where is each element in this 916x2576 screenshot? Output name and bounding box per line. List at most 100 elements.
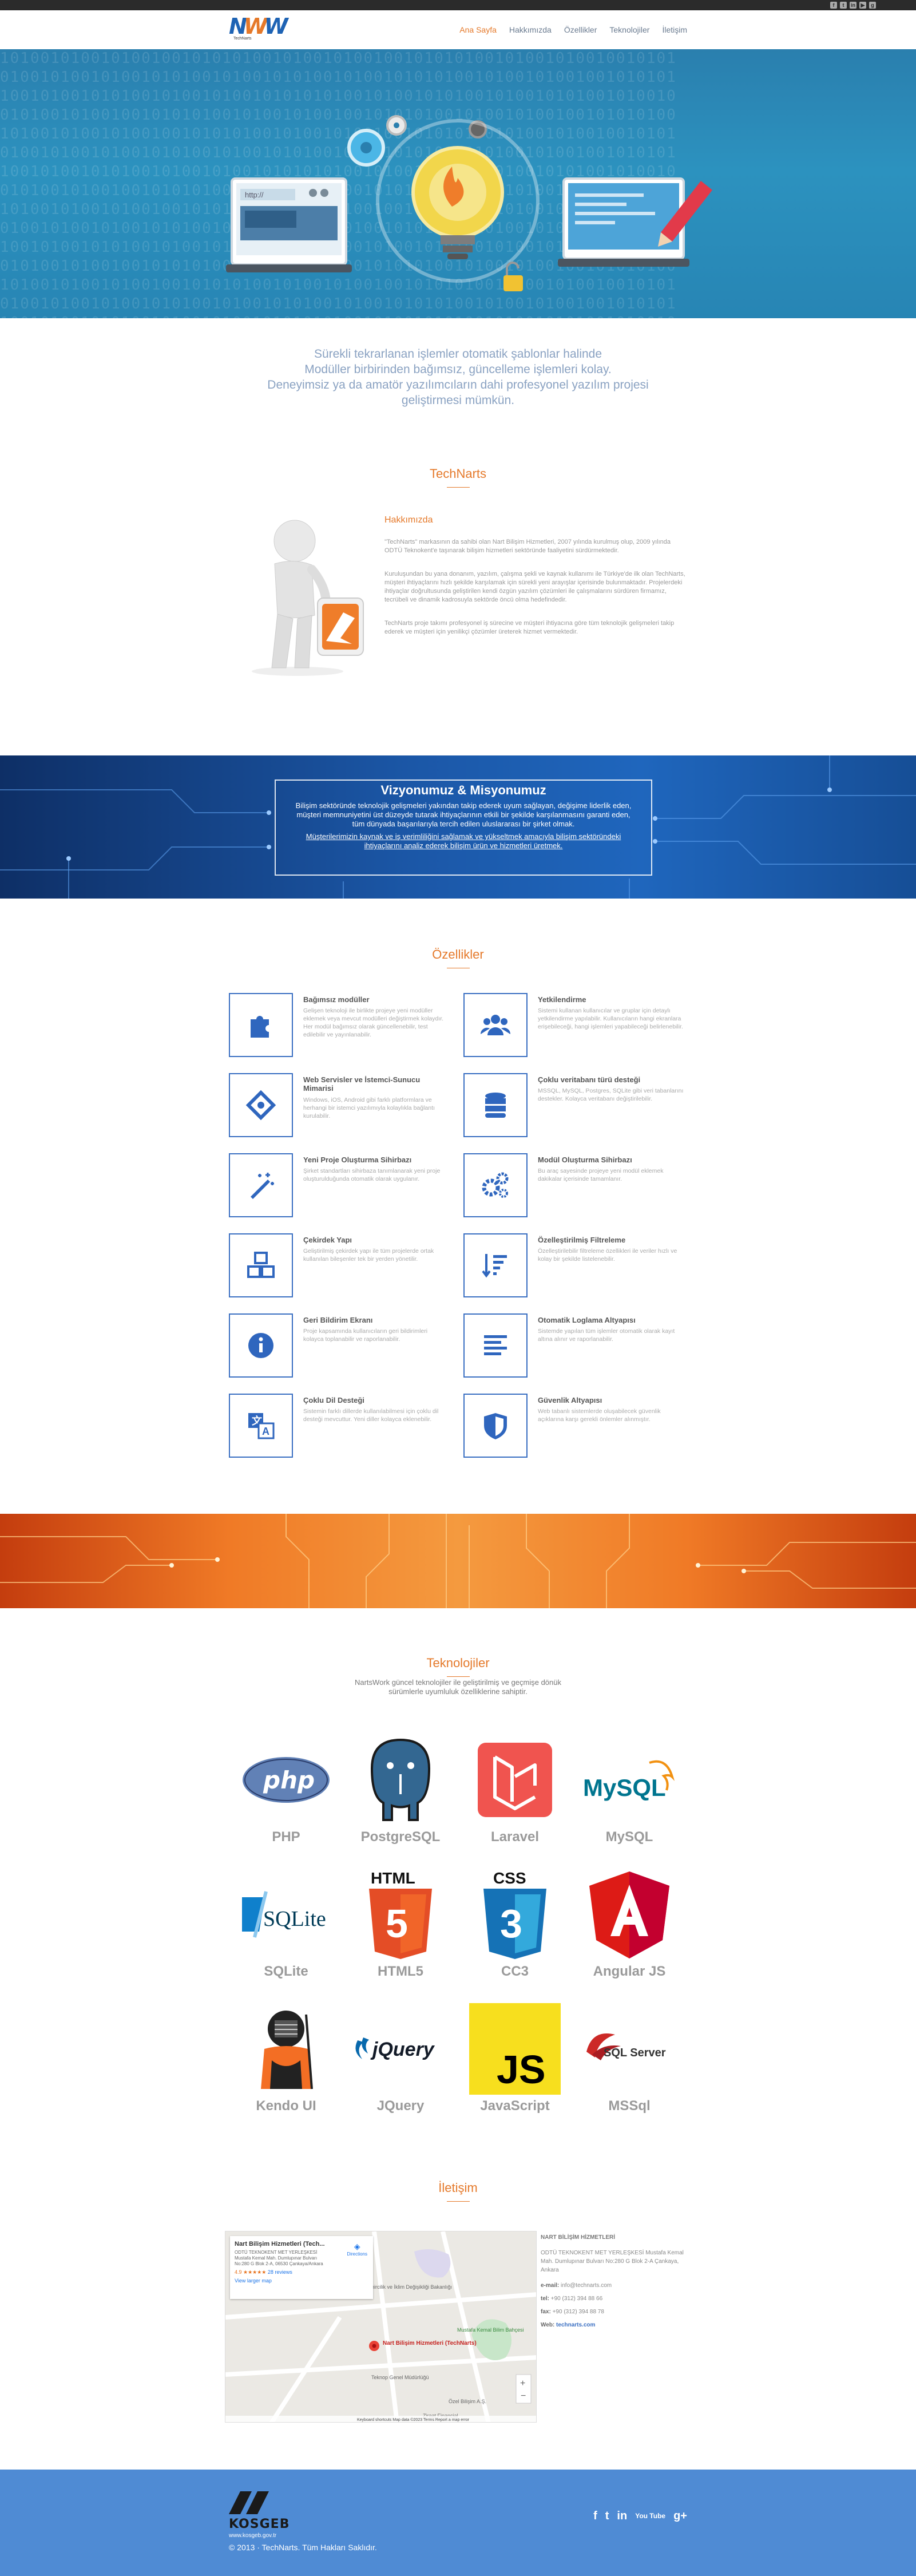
hero-banner: 1010010100101001001010101001010010100100… [0,49,916,318]
sqlite-logo-text: SQLite [263,1907,326,1931]
intro-line: Deneyimsiz ya da amatör yazılımcıların d… [267,378,649,391]
technologies-section-title: Teknolojiler [0,1656,916,1677]
nav-features[interactable]: Özellikler [564,25,597,34]
company-name: NART BİLİŞİM HİZMETLERİ [541,2234,615,2241]
monitor-right-icon [558,177,712,267]
feature-item: Özelleştirilmiş Filtreleme Özelleştirile… [463,1233,687,1302]
tech-label: SQLite [264,1964,308,1979]
kosgeb-logo[interactable]: KOSGEB www.kosgeb.gov.tr [229,2491,290,2539]
about-paragraph: "TechNarts" markasının da sahibi olan Na… [384,539,671,554]
web-label: Web: [541,2322,555,2328]
map-poi: Mustafa Kemal Bilim Bahçesi [457,2327,524,2333]
twitter-icon[interactable]: t [605,2510,609,2523]
tech-item: JS JavaScript [466,2003,564,2118]
cubes-icon [229,1233,293,1297]
tech-item: PostgreSQL [352,1734,449,1849]
vision-box: Vizyonumuz & Misyonumuz Bilişim sektörün… [275,779,652,876]
php-logo-text: php [263,1766,315,1794]
twitter-icon[interactable]: t [840,2,847,9]
tech-item: Laravel [466,1734,564,1849]
google-plus-icon[interactable]: g [869,2,876,9]
kosgeb-url[interactable]: www.kosgeb.gov.tr [229,2533,290,2539]
wand-icon [229,1153,293,1217]
feature-text: Windows, iOS, Android gibi farklı platfo… [303,1097,435,1119]
feature-title: Web Servisler ve İstemci-Sunucu Mimarisi [303,1075,421,1093]
intro-line: Modüller birbirinden bağımsız, güncellem… [304,363,612,376]
map-rating: 4.9 ★★★★★ [235,2269,267,2275]
linkedin-icon[interactable]: in [617,2510,627,2523]
mascot-illustration [252,520,364,676]
youtube-icon[interactable]: You Tube [635,2510,665,2523]
cogs-icon [463,1153,528,1217]
javascript-logo-text: JS [497,2047,546,2092]
google-plus-icon[interactable]: g+ [673,2510,687,2523]
feature-text: Geliştirilmiş çekirdek yapı ile tüm proj… [303,1248,434,1263]
svg-text:−: − [521,2391,526,2401]
google-map[interactable]: Nart Bilişim Hizmetleri (TechNarts) Çevr… [225,2231,537,2423]
lightbulb-icon [411,146,504,259]
vision-banner: Vizyonumuz & Misyonumuz Bilişim sektörün… [0,755,916,899]
mysql-logo-icon: MySQL [581,1734,678,1826]
tech-label: Angular JS [593,1964,666,1979]
nav-contact[interactable]: İletişim [662,25,687,34]
feature-text: Web tabanlı sistemlerde oluşabilecek güv… [538,1408,661,1423]
about-paragraph: Kuruluşundan bu yana donanım, yazılım, ç… [384,571,685,603]
tel-label: tel: [541,2296,549,2302]
tech-item: CSS 3 CC3 [466,1869,564,1983]
map-reviews-link[interactable]: 28 reviews [268,2269,292,2275]
vision-text: Bilişim sektöründe teknolojik gelişmeler… [295,801,632,828]
fax-value: +90 (312) 394 88 78 [552,2309,604,2315]
contact-section-title: İletişim [0,2181,916,2202]
mssql-logo-text: SQL Server [604,2047,666,2059]
feature-title: Çoklu Dil Desteği [303,1396,364,1404]
users-icon [463,993,528,1057]
map-place-card: Nart Bilişim Hizmetleri (Tech... ODTÜ TE… [230,2236,373,2299]
tech-item: Kendo UI [237,2003,335,2118]
html5-logo-text: HTML [371,1869,415,1887]
logo-mark: NWW [229,14,288,39]
feature-text: Sistemde yapılan tüm işlemler otomatik o… [538,1328,675,1343]
feature-text: Gelişen teknoloji ile birlikte projeye y… [303,1007,444,1038]
svg-text:+: + [520,2379,525,2388]
nav-about[interactable]: Hakkımızda [509,25,552,34]
tech-item: SQLite SQLite [237,1869,335,1983]
mission-text: Müşterilerimizin kaynak ve iş verimliliğ… [306,832,621,850]
nav-home[interactable]: Ana Sayfa [459,25,497,34]
facebook-icon[interactable]: f [830,2,837,9]
feature-item: Geri Bildirim Ekranı Proje kapsamında ku… [229,1313,452,1382]
padlock-icon [503,262,523,291]
subtitle-line: NartsWork güncel teknolojiler ile gelişt… [354,1678,561,1687]
svg-text:3: 3 [500,1901,522,1946]
site-logo[interactable]: NWW TechNarts [229,14,288,45]
jquery-logo-icon: jQuery [352,2003,449,2095]
tech-label: CC3 [501,1964,529,1979]
kosgeb-name: KOSGEB [229,2517,290,2531]
technologies-subtitle: NartsWork güncel teknolojiler ile gelişt… [0,1678,916,1696]
tech-label: MSSql [608,2098,651,2114]
feature-item: 文A Çoklu Dil Desteği Sistemin farklı dil… [229,1394,452,1462]
intro-line: geliştirmesi mümkün. [401,394,515,407]
svg-text:A: A [262,1426,269,1437]
feature-title: Yetkilendirme [538,995,586,1004]
tech-label: MySQL [605,1829,653,1845]
youtube-icon[interactable]: ▶ [859,2,866,9]
linkedin-icon[interactable]: in [850,2,856,9]
feature-title: Çoklu veritabanı türü desteği [538,1075,641,1084]
feature-item: Modül Oluşturma Sihirbazı Bu araç sayesi… [463,1153,687,1222]
feature-title: Yeni Proje Oluşturma Sihirbazı [303,1156,412,1164]
tech-item: MySQL MySQL [581,1734,678,1849]
facebook-icon[interactable]: f [593,2510,597,2523]
map-footer-text: Keyboard shortcuts Map data ©2023 Terms … [357,2417,470,2422]
list-icon [463,1313,528,1378]
map-directions-button[interactable]: ◈ Directions [347,2242,367,2257]
php-logo-icon: php [237,1734,335,1826]
feature-text: Özelleştirilebilir filtreleme özellikler… [538,1248,677,1263]
web-link[interactable]: technarts.com [556,2322,595,2328]
email-value[interactable]: info@technarts.com [561,2282,612,2289]
intro-text: Sürekli tekrarlanan işlemler otomatik şa… [0,346,916,408]
mssql-logo-icon: SQL Server [581,2003,678,2095]
nav-technologies[interactable]: Teknolojiler [609,25,649,34]
map-larger-link[interactable]: View larger map [235,2278,368,2284]
feature-text: Şirket standartları sihirbaza tanımlanar… [303,1168,441,1182]
map-poi: Özel Bilişim A.Ş. [449,2399,486,2404]
